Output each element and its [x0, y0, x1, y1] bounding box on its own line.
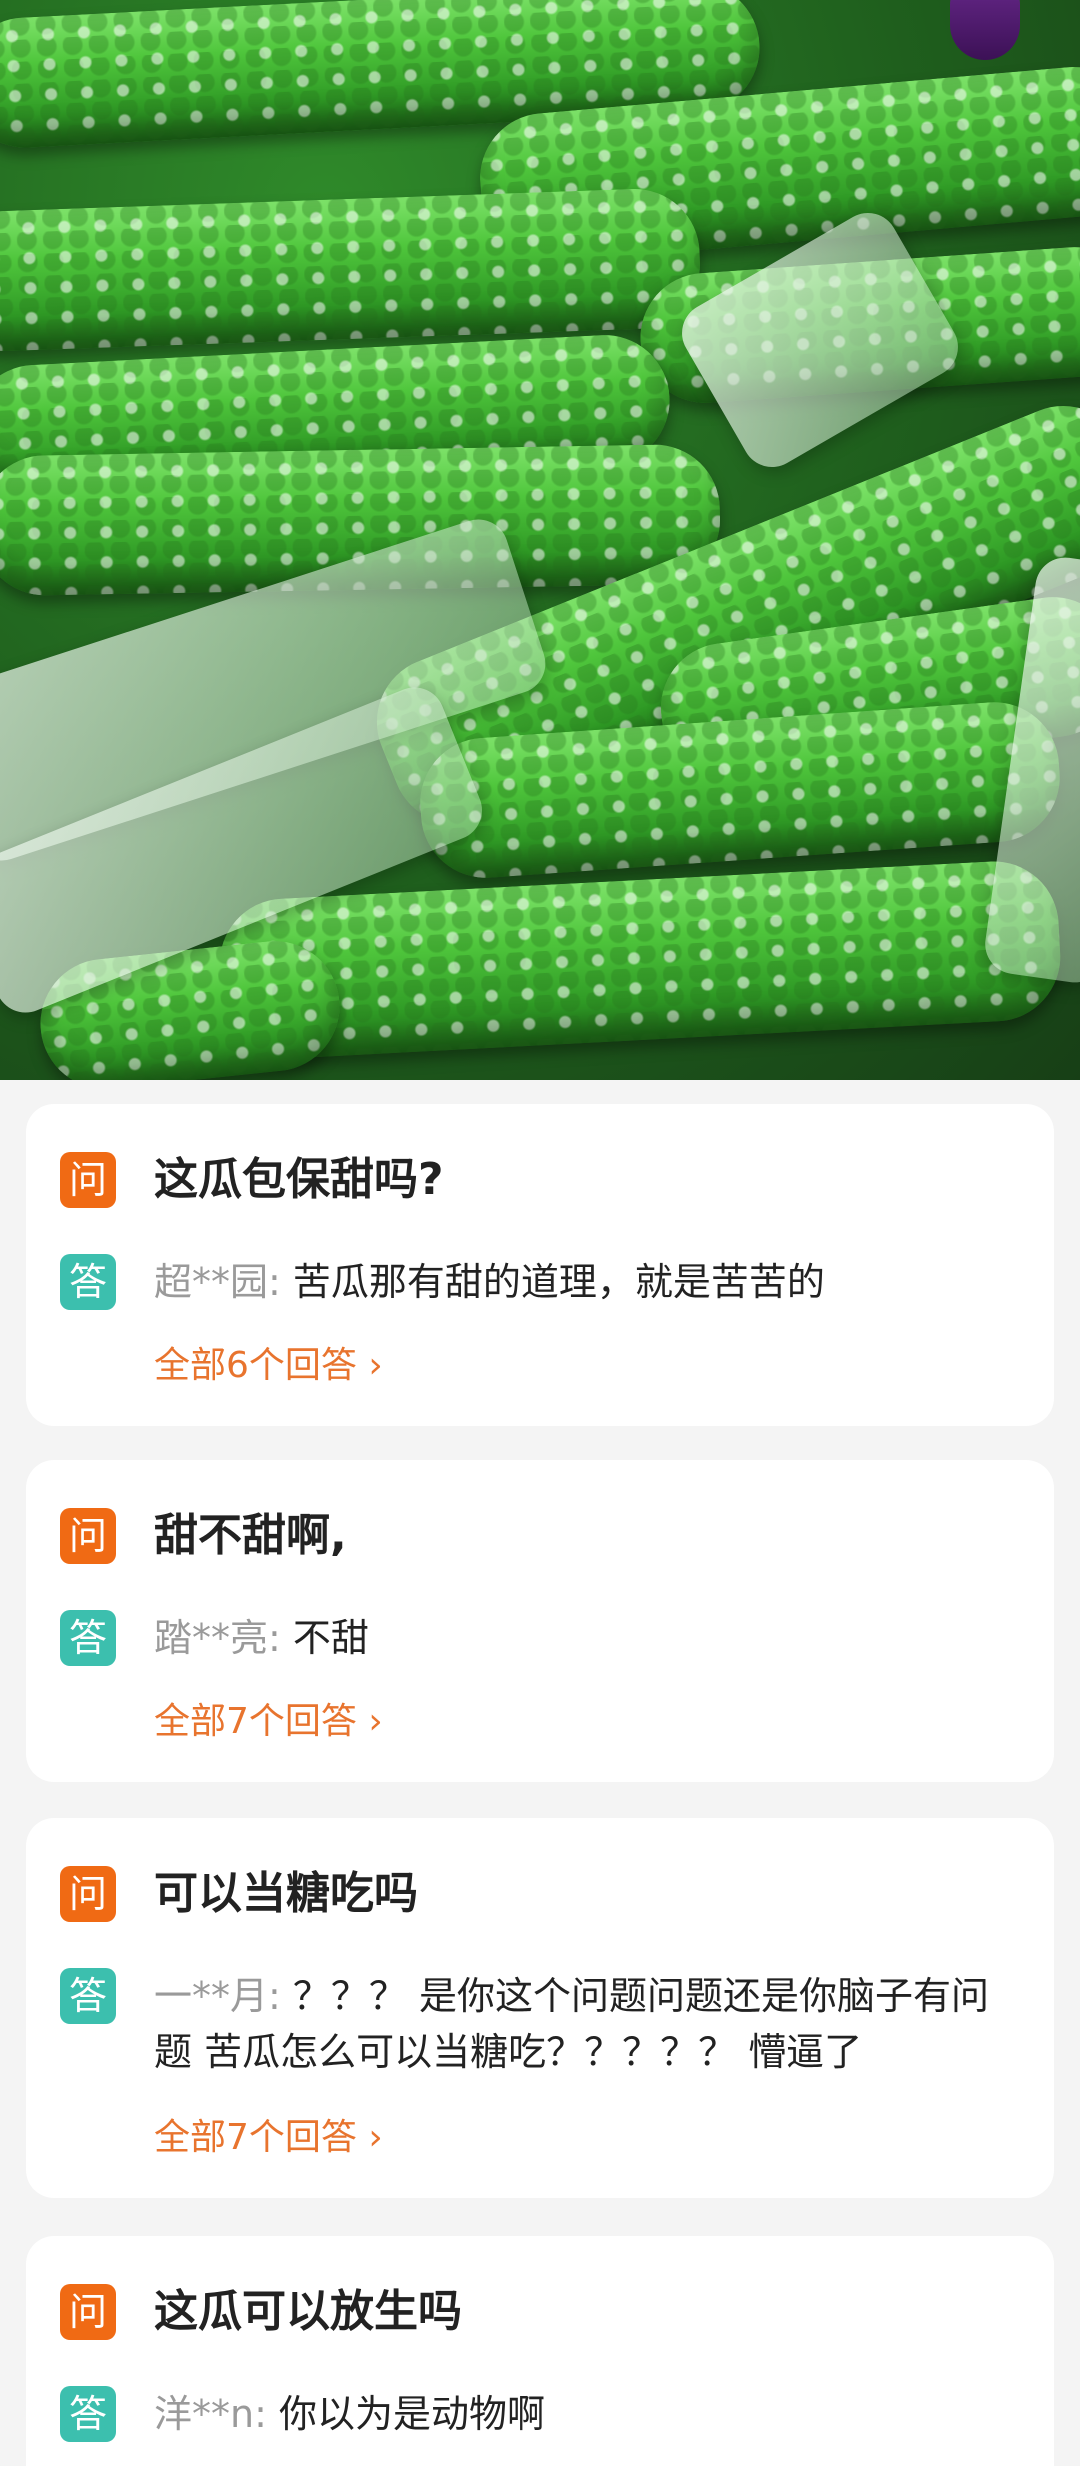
answer-row: 答 超**园: 苦瓜那有甜的道理，就是苦苦的 [60, 1254, 1024, 1310]
product-photo[interactable] [0, 0, 1080, 1080]
qa-page: 问 这瓜包保甜吗? 答 超**园: 苦瓜那有甜的道理，就是苦苦的 全部6个回答 … [0, 0, 1080, 2466]
question-text: 这瓜包保甜吗? [154, 1154, 444, 1205]
question-text: 可以当糖吃吗 [154, 1868, 418, 1919]
all-answers-link[interactable]: 全部7个回答 › [154, 1698, 383, 1746]
qa-card[interactable]: 问 可以当糖吃吗 答 一**月: ？？？ 是你这个问题问题还是你脑子有问题 苦瓜… [26, 1818, 1054, 2198]
answer-text: 苦瓜那有甜的道理，就是苦苦的 [280, 1260, 825, 1304]
all-answers-link[interactable]: 全部7个回答 › [154, 2114, 383, 2162]
answer-text: 不甜 [280, 1616, 369, 1660]
question-badge: 问 [60, 1866, 116, 1922]
answer-username: 洋**n: [154, 2392, 267, 2436]
question-badge: 问 [60, 1508, 116, 1564]
answer-content: 踏**亮: 不甜 [154, 1610, 369, 1666]
eggplant-shape [950, 0, 1020, 60]
answer-badge: 答 [60, 1968, 116, 2024]
question-text: 这瓜可以放生吗 [154, 2286, 462, 2337]
qa-card[interactable]: 问 这瓜包保甜吗? 答 超**园: 苦瓜那有甜的道理，就是苦苦的 全部6个回答 … [26, 1104, 1054, 1426]
answer-badge: 答 [60, 1254, 116, 1310]
all-answers-link[interactable]: 全部6个回答 › [154, 1342, 383, 1390]
question-row: 问 这瓜包保甜吗? [60, 1152, 1024, 1208]
answer-row: 答 一**月: ？？？ 是你这个问题问题还是你脑子有问题 苦瓜怎么可以当糖吃？？… [60, 1968, 1024, 2080]
question-row: 问 甜不甜啊, [60, 1508, 1024, 1564]
answer-content: 一**月: ？？？ 是你这个问题问题还是你脑子有问题 苦瓜怎么可以当糖吃？？？？… [154, 1968, 1024, 2080]
answer-row: 答 踏**亮: 不甜 [60, 1610, 1024, 1666]
question-badge: 问 [60, 2284, 116, 2340]
answer-content: 洋**n: 你以为是动物啊 [154, 2386, 545, 2442]
answer-text: 你以为是动物啊 [266, 2392, 545, 2436]
qa-card[interactable]: 问 甜不甜啊, 答 踏**亮: 不甜 全部7个回答 › [26, 1460, 1054, 1782]
question-row: 问 这瓜可以放生吗 [60, 2284, 1024, 2340]
answer-username: 一**月: [154, 1974, 281, 2018]
question-text: 甜不甜啊, [154, 1510, 347, 1561]
question-badge: 问 [60, 1152, 116, 1208]
answer-badge: 答 [60, 2386, 116, 2442]
answer-badge: 答 [60, 1610, 116, 1666]
bitter-melon [0, 186, 703, 354]
answer-username: 超**园: [154, 1260, 281, 1304]
answer-content: 超**园: 苦瓜那有甜的道理，就是苦苦的 [154, 1254, 825, 1310]
question-row: 问 可以当糖吃吗 [60, 1866, 1024, 1922]
answer-row: 答 洋**n: 你以为是动物啊 [60, 2386, 1024, 2442]
qa-card[interactable]: 问 这瓜可以放生吗 答 洋**n: 你以为是动物啊 [26, 2236, 1054, 2466]
answer-username: 踏**亮: [154, 1616, 281, 1660]
bitter-melon [216, 858, 1064, 1062]
